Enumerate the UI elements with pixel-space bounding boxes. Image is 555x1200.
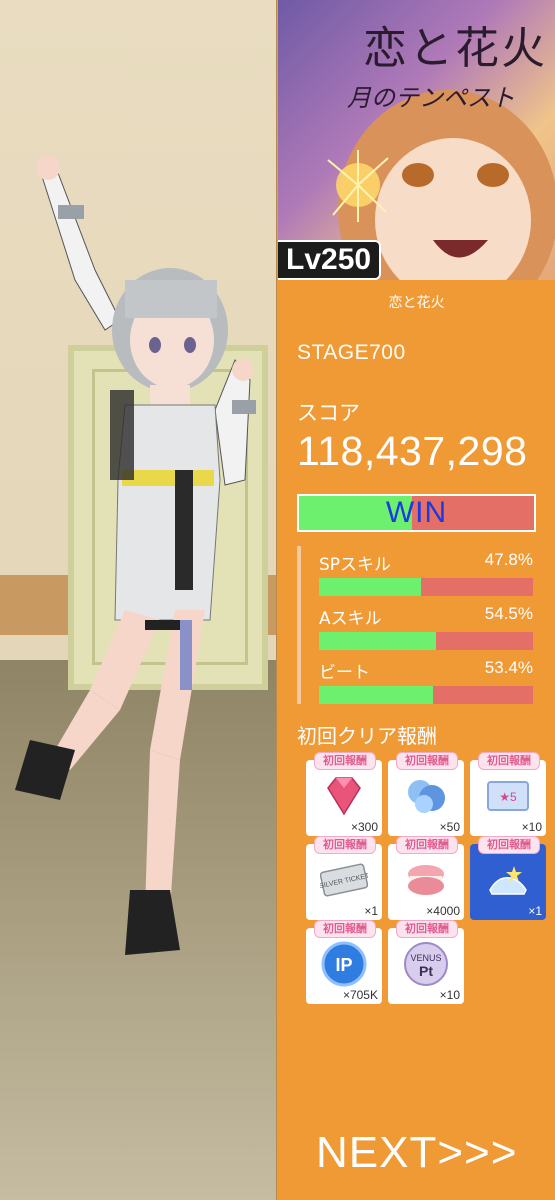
skill-row-sp: SPスキル 47.8% <box>319 550 533 598</box>
panel-divider <box>276 0 277 1200</box>
venus-pt-icon: VENUS Pt <box>404 942 448 986</box>
skill-row-beat: ビート 53.4% <box>319 658 533 706</box>
ip-coin-icon: IP <box>321 941 367 987</box>
silver-ticket-icon: SILVER TICKET <box>320 863 368 897</box>
reward-tag: 初回報酬 <box>396 836 458 854</box>
cover-title: 恋と花火 <box>363 23 547 74</box>
skill-percent: 47.8% <box>484 550 533 569</box>
reward-tag: 初回報酬 <box>314 920 376 938</box>
skill-bar-fill <box>319 578 422 596</box>
reward-tag: 初回報酬 <box>314 752 376 770</box>
score-value: 118,437,298 <box>297 428 528 474</box>
reward-item[interactable]: 初回報酬 ×1 <box>470 836 546 920</box>
song-cover-art[interactable]: 恋と花火 月のテンペスト Lv250 <box>278 0 555 280</box>
reward-tag: 初回報酬 <box>478 836 540 854</box>
score-label: スコア <box>297 401 360 425</box>
venus-pt-label: Pt <box>419 963 433 979</box>
reward-quantity: ×4000 <box>426 904 460 918</box>
skill-name: ビート <box>319 663 370 683</box>
venus-label: VENUS <box>410 953 441 963</box>
reward-item[interactable]: 初回報酬 VENUS Pt ×10 <box>388 920 464 1004</box>
reward-quantity: ×1 <box>528 904 542 918</box>
ip-coin-label: IP <box>335 955 352 975</box>
blue-crystal-icon <box>408 780 445 813</box>
reward-item[interactable]: 初回報酬 ×300 <box>306 752 382 836</box>
skill-bar <box>319 686 533 704</box>
reward-item[interactable]: 初回報酬 ★5 ×10 <box>470 752 546 836</box>
result-panel: 恋と花火 月のテンペスト Lv250 恋と花火 STAGE700 スコア 118… <box>278 0 555 1200</box>
win-bar: WIN <box>297 494 536 532</box>
star5-label: ★5 <box>499 790 517 804</box>
glass-slipper-icon <box>489 866 527 895</box>
skill-bar-fill <box>319 632 436 650</box>
skill-name: Aスキル <box>319 609 382 629</box>
rewards-title: 初回クリア報酬 <box>297 724 437 748</box>
stage-label: STAGE700 <box>297 341 406 364</box>
skill-bar-fill <box>319 686 434 704</box>
reward-tag: 初回報酬 <box>314 836 376 854</box>
character-scene <box>0 0 277 1200</box>
reward-item[interactable]: 初回報酬 ×50 <box>388 752 464 836</box>
reward-tag: 初回報酬 <box>396 920 458 938</box>
gem-icon <box>327 777 361 816</box>
reward-quantity: ×10 <box>439 988 460 1002</box>
reward-item[interactable]: 初回報酬 ×4000 <box>388 836 464 920</box>
star5-ticket-icon: ★5 <box>487 781 529 811</box>
macaron-icon <box>408 865 444 895</box>
win-label: WIN <box>385 496 448 529</box>
skill-percent: 54.5% <box>484 604 533 623</box>
reward-quantity: ×705K <box>342 988 378 1002</box>
skill-name: SPスキル <box>319 555 392 575</box>
character-figure <box>15 156 256 955</box>
cover-subtitle: 月のテンペスト <box>347 84 515 112</box>
reward-tag: 初回報酬 <box>396 752 458 770</box>
reward-item[interactable]: 初回報酬 SILVER TICKET ×1 <box>306 836 382 920</box>
reward-quantity: ×50 <box>439 820 460 834</box>
skill-bar <box>319 632 533 650</box>
skill-results: SPスキル 47.8% Aスキル 54.5% ビート 53.4% <box>297 546 537 706</box>
song-title: 恋と花火 <box>388 295 445 311</box>
reward-quantity: ×300 <box>350 820 378 834</box>
skill-row-a: Aスキル 54.5% <box>319 604 533 652</box>
reward-tag: 初回報酬 <box>478 752 540 770</box>
reward-quantity: ×1 <box>364 904 378 918</box>
skills-bracket <box>297 546 301 704</box>
level-badge: Lv250 <box>278 240 382 280</box>
next-button[interactable]: NEXT>>> <box>316 1128 517 1178</box>
skill-percent: 53.4% <box>484 658 533 677</box>
skill-bar <box>319 578 533 596</box>
reward-quantity: ×10 <box>521 820 542 834</box>
reward-item[interactable]: 初回報酬 IP ×705K <box>306 920 382 1004</box>
